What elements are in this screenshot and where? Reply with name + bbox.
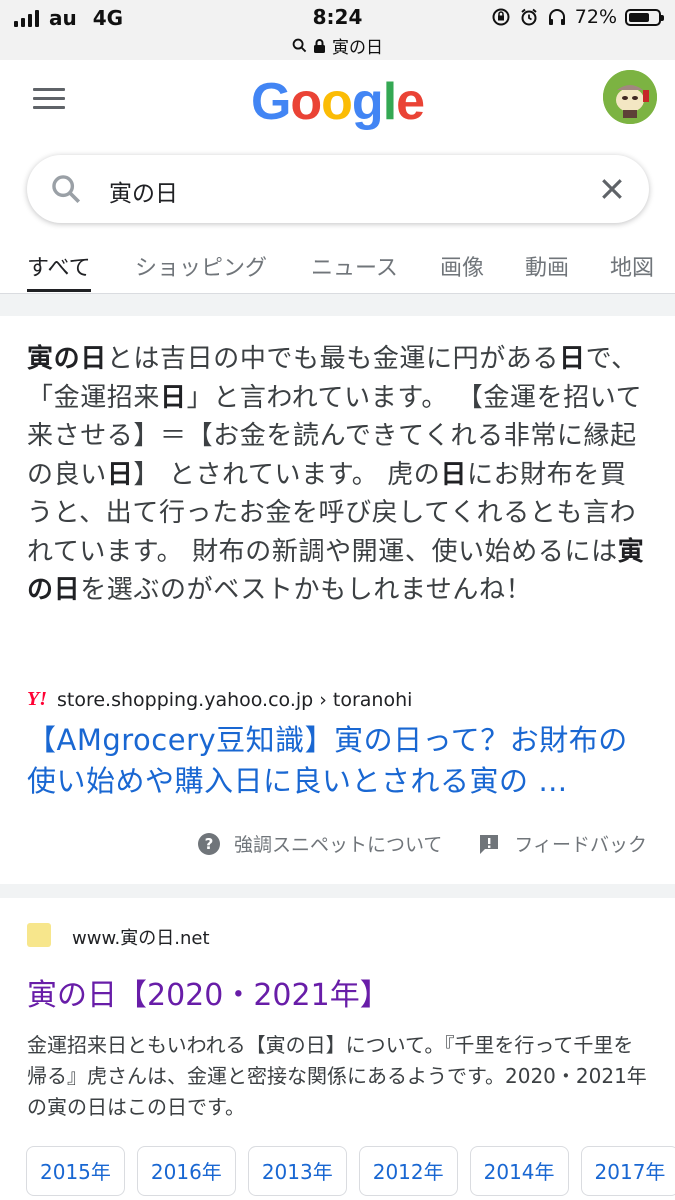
section-gap — [0, 294, 675, 316]
tab-all[interactable]: すべて — [27, 250, 91, 292]
snippet-bold-term: 日 — [160, 382, 187, 413]
search-small-icon — [292, 38, 307, 53]
battery-fill — [629, 12, 650, 22]
tab-shopping[interactable]: ショッピング — [135, 250, 267, 292]
snippet-text-run: を選ぶのがベストかもしれませんね！ — [80, 575, 533, 605]
snippet-text-run: とは吉日の中でも最も金運に円がある — [106, 344, 560, 374]
google-logo[interactable]: Google — [0, 72, 675, 132]
site-favicon — [27, 923, 51, 947]
address-bar[interactable]: 寅の日 — [0, 33, 675, 58]
snippet-result-link[interactable]: 【AMgrocery豆知識】寅の日って？お財布の使い始めや購入日に良いとされる寅… — [27, 720, 652, 802]
chip-2012[interactable]: 2012年 — [358, 1146, 458, 1196]
snippet-bold-term: 日 — [559, 344, 586, 374]
result-site-url[interactable]: www.寅の日.net — [72, 924, 210, 950]
chip-2016[interactable]: 2016年 — [136, 1146, 236, 1196]
rotation-lock-icon — [492, 8, 510, 26]
alarm-icon — [521, 8, 537, 26]
chip-2014[interactable]: 2014年 — [469, 1146, 569, 1196]
chip-2013[interactable]: 2013年 — [247, 1146, 347, 1196]
search-input[interactable]: 寅の日 — [109, 174, 178, 208]
feedback-icon — [480, 834, 499, 854]
search-icon[interactable] — [49, 172, 83, 206]
tab-images[interactable]: 画像 — [440, 250, 484, 292]
search-box[interactable]: 寅の日 — [27, 155, 649, 223]
source-url: store.shopping.yahoo.co.jp › toranohi — [57, 688, 413, 711]
tab-videos[interactable]: 動画 — [525, 250, 569, 292]
lock-icon — [314, 38, 325, 53]
battery-icon — [625, 8, 664, 26]
snippet-text-run: 】 とされています。 虎の — [133, 459, 441, 490]
snippet-bold-term: 日 — [440, 459, 467, 490]
yahoo-favicon: Y! — [27, 688, 47, 710]
status-right: 72% — [491, 6, 664, 28]
status-bar: au 4G 8:24 72% 寅の日 — [0, 0, 675, 60]
feedback-button[interactable]: フィードバック — [478, 830, 647, 857]
battery-percent: 72% — [574, 6, 617, 28]
headphones-icon — [548, 9, 565, 25]
google-header: Google — [0, 60, 675, 145]
chip-2015[interactable]: 2015年 — [26, 1146, 125, 1196]
snippet-bold-term: 日 — [106, 459, 134, 490]
year-chips: 2015年 2016年 2013年 2012年 2014年 2017年 — [26, 1146, 675, 1196]
snippet-bold-term: 寅の日 — [27, 344, 107, 374]
about-snippet-button[interactable]: ? 強調スニペットについて — [197, 830, 443, 857]
snippet-source[interactable]: Y! store.shopping.yahoo.co.jp › toranohi — [27, 688, 412, 711]
featured-snippet-text: 寅の日とは吉日の中でも最も金運に円がある日で、「金運招来日」と言われています。 … — [27, 340, 652, 610]
address-text: 寅の日 — [332, 38, 383, 58]
about-snippet-label: 強調スニペットについて — [233, 834, 443, 856]
tab-maps[interactable]: 地図 — [610, 250, 654, 292]
feedback-label: フィードバック — [514, 834, 647, 856]
search-tabs: すべて ショッピング ニュース 画像 動画 地図 — [0, 250, 675, 292]
account-avatar[interactable] — [603, 70, 657, 124]
snippet-footer: ? 強調スニペットについて フィードバック — [178, 830, 647, 857]
result-title[interactable]: 寅の日【2020・2021年】 — [27, 970, 390, 1014]
section-gap-2 — [0, 884, 675, 898]
clear-icon[interactable] — [597, 174, 627, 204]
tab-news[interactable]: ニュース — [311, 250, 398, 292]
chip-2017[interactable]: 2017年 — [580, 1146, 675, 1196]
result-description: 金運招来日ともいわれる【寅の日】について。『千里を行って千里を帰る』虎さんは、金… — [27, 1033, 647, 1119]
help-icon: ? — [197, 832, 220, 855]
